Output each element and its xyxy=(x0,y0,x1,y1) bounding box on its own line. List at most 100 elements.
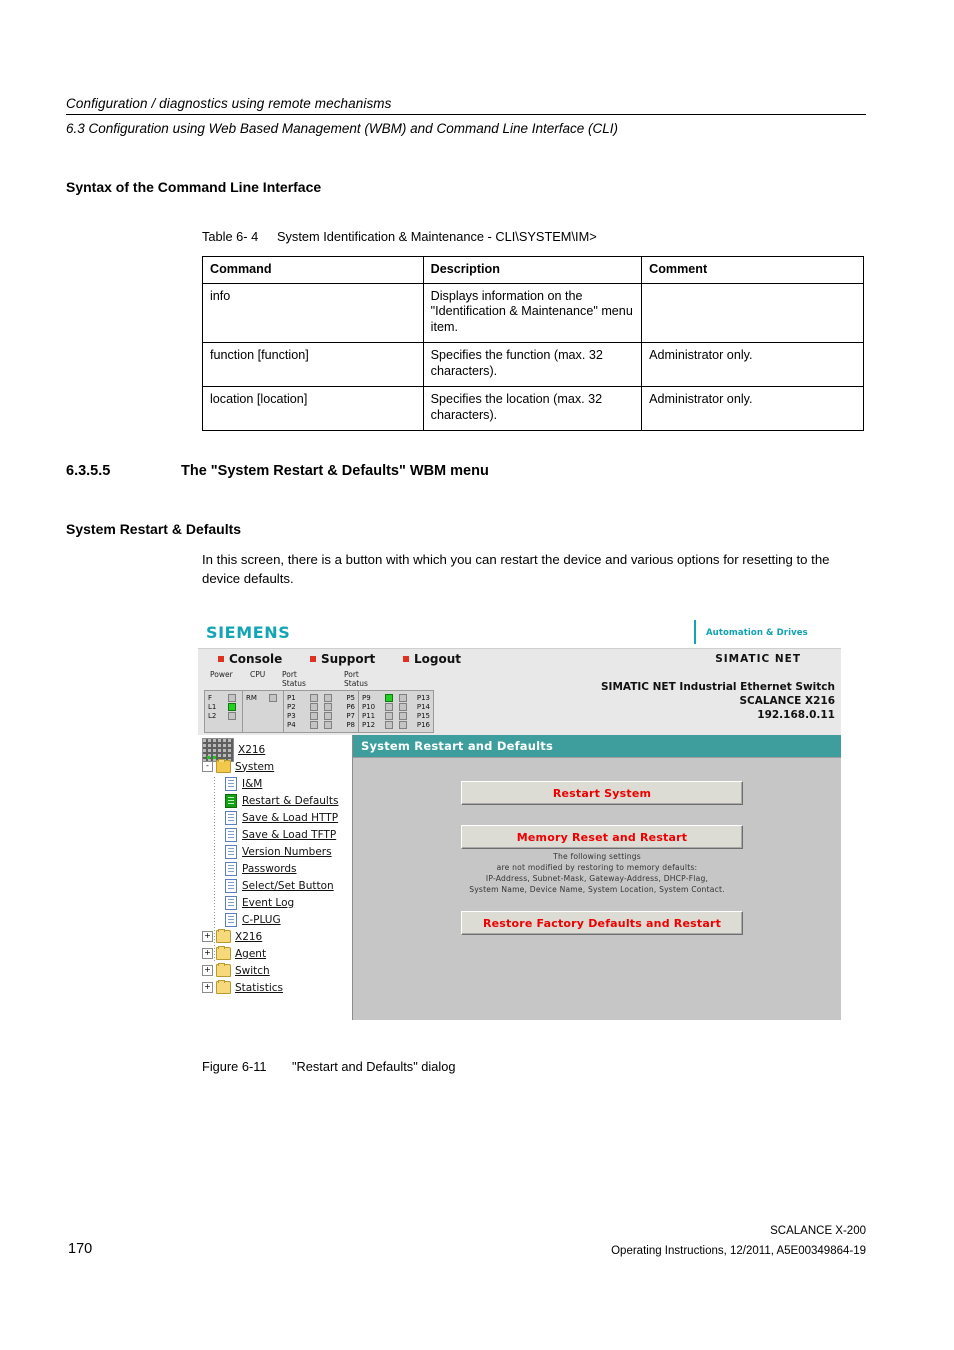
folder-open-icon xyxy=(216,759,231,773)
led-indicator-l1 xyxy=(228,702,236,711)
menu-item-console[interactable]: Console xyxy=(218,652,282,666)
subsection-heading: System Restart & Defaults xyxy=(66,521,242,537)
page-number: 170 xyxy=(68,1241,93,1257)
tree-item-agent[interactable]: + Agent xyxy=(202,945,352,962)
tree-item-restart-defaults[interactable]: Restart & Defaults xyxy=(202,792,352,809)
led-name: RM xyxy=(246,693,257,702)
tree-item-label: Statistics xyxy=(235,981,283,994)
content-panel: System Restart and Defaults Restart Syst… xyxy=(352,735,841,1020)
port-led xyxy=(385,720,393,729)
tree-item-event-log[interactable]: Event Log xyxy=(202,894,352,911)
page-icon xyxy=(225,827,237,842)
page-icon xyxy=(225,895,237,910)
tree-item-label: Save & Load TFTP xyxy=(242,828,337,841)
tree-item-c-plug[interactable]: C-PLUG xyxy=(202,911,352,928)
led-row: P4 P8 xyxy=(287,720,355,729)
note-line-4: System Name, Device Name, System Locatio… xyxy=(469,885,725,894)
switch-device-icon xyxy=(202,737,234,762)
led-label-status1: Status xyxy=(282,679,306,688)
cell-command: function [function] xyxy=(202,342,424,387)
menu-item-logout-label: Logout xyxy=(414,652,462,666)
led-row: P3 P7 xyxy=(287,711,355,720)
cell-description: Specifies the function (max. 32 characte… xyxy=(422,342,643,387)
port-name-left: P3 xyxy=(287,711,296,720)
figure-caption: Figure 6-11 "Restart and Defaults" dialog xyxy=(202,1059,455,1074)
menu-item-logout[interactable]: Logout xyxy=(403,652,461,666)
tree-item-label: Agent xyxy=(235,947,267,960)
cell-comment: Administrator only. xyxy=(641,342,864,387)
expand-toggle-icon[interactable]: + xyxy=(202,965,213,976)
folder-icon xyxy=(216,963,231,977)
tree-item-label: Event Log xyxy=(242,896,295,909)
led-label-status2: Status xyxy=(344,679,368,688)
port-name-right: P16 xyxy=(416,720,430,729)
page-icon xyxy=(225,861,237,876)
automation-drives-tagline: Automation & Drives xyxy=(706,628,808,638)
memory-reset-and-restart-button[interactable]: Memory Reset and Restart xyxy=(461,825,743,849)
expand-toggle-icon[interactable]: + xyxy=(202,948,213,959)
device-type-line: SIMATIC NET Industrial Ethernet Switch xyxy=(600,681,835,693)
led-row: F xyxy=(208,693,239,702)
memory-defaults-note: The following settings are not modified … xyxy=(353,851,841,895)
menu-item-support-label: Support xyxy=(321,652,376,666)
tree-item-save-load-http[interactable]: Save & Load HTTP xyxy=(202,809,352,826)
port-led xyxy=(324,720,332,729)
footer-document-info: SCALANCE X-200 Operating Instructions, 1… xyxy=(611,1221,866,1261)
tree-item-label: X216 xyxy=(235,930,263,943)
expand-toggle-icon[interactable]: + xyxy=(202,931,213,942)
wbm-status-band: Power CPU Port Status Port Status F L1 L… xyxy=(198,668,841,735)
tree-item-label: System xyxy=(235,760,275,773)
restart-system-button[interactable]: Restart System xyxy=(461,781,743,805)
device-model-line: SCALANCE X216 xyxy=(739,695,835,707)
page-active-icon xyxy=(225,793,237,808)
tree-item-system[interactable]: - System xyxy=(202,758,352,775)
port-name-left: P10 xyxy=(362,702,376,711)
table-caption: Table 6- 4 System Identification & Mainte… xyxy=(202,229,597,244)
tree-item-statistics[interactable]: + Statistics xyxy=(202,979,352,996)
port-led xyxy=(399,720,407,729)
port-led xyxy=(324,693,332,702)
menu-item-console-label: Console xyxy=(229,652,283,666)
tree-item-passwords[interactable]: Passwords xyxy=(202,860,352,877)
port-name-left: P4 xyxy=(287,720,296,729)
tree-item-version-numbers[interactable]: Version Numbers xyxy=(202,843,352,860)
footer-product: SCALANCE X-200 xyxy=(770,1225,866,1237)
folder-icon xyxy=(216,929,231,943)
simatic-net-label: SIMATIC NET xyxy=(715,653,801,665)
tree-item-x216-root[interactable]: X216 xyxy=(202,737,352,762)
tree-item-x216-folder[interactable]: + X216 xyxy=(202,928,352,945)
port-led xyxy=(324,711,332,720)
tree-item-label: Version Numbers xyxy=(242,845,332,858)
restore-factory-defaults-button[interactable]: Restore Factory Defaults and Restart xyxy=(461,911,743,935)
table-row: location [location] Specifies the locati… xyxy=(202,386,864,431)
port-led xyxy=(324,702,332,711)
page-icon xyxy=(225,844,237,859)
port-led xyxy=(399,711,407,720)
siemens-logo: SIEMENS xyxy=(206,623,291,642)
led-indicator-f xyxy=(228,693,236,702)
port-name-right: P8 xyxy=(346,720,355,729)
led-row: L1 xyxy=(208,702,239,711)
tree-item-save-load-tftp[interactable]: Save & Load TFTP xyxy=(202,826,352,843)
tree-item-switch[interactable]: + Switch xyxy=(202,962,352,979)
tree-item-label: Save & Load HTTP xyxy=(242,811,339,824)
port-name-right: P14 xyxy=(416,702,430,711)
table-caption-label: Table 6- 4 xyxy=(202,229,259,244)
section-number: 6.3.5.5 xyxy=(66,463,111,479)
tree-item-select-set-button[interactable]: Select/Set Button xyxy=(202,877,352,894)
led-panel: F L1 L2 RM P1 P5 P2 P6 P3 P7 P4 P8 P9 P1… xyxy=(204,690,434,733)
collapse-toggle-icon[interactable]: - xyxy=(202,761,213,772)
running-head-section: 6.3 Configuration using Web Based Manage… xyxy=(66,121,619,136)
expand-toggle-icon[interactable]: + xyxy=(202,982,213,993)
port-name-right: P15 xyxy=(416,711,430,720)
tree-item-label: C-PLUG xyxy=(242,913,281,926)
folder-icon xyxy=(216,980,231,994)
led-indicator-rm xyxy=(269,693,277,702)
table-caption-text: System Identification & Maintenance - CL… xyxy=(277,229,597,244)
cell-description: Specifies the location (max. 32 characte… xyxy=(422,386,643,431)
tree-item-im[interactable]: I&M xyxy=(202,775,352,792)
table-header-row: Command Description Comment xyxy=(202,256,864,284)
menu-item-support[interactable]: Support xyxy=(310,652,375,666)
led-group-ports-1-8: P1 P5 P2 P6 P3 P7 P4 P8 xyxy=(284,691,359,732)
led-row: P12 P16 xyxy=(362,720,430,729)
